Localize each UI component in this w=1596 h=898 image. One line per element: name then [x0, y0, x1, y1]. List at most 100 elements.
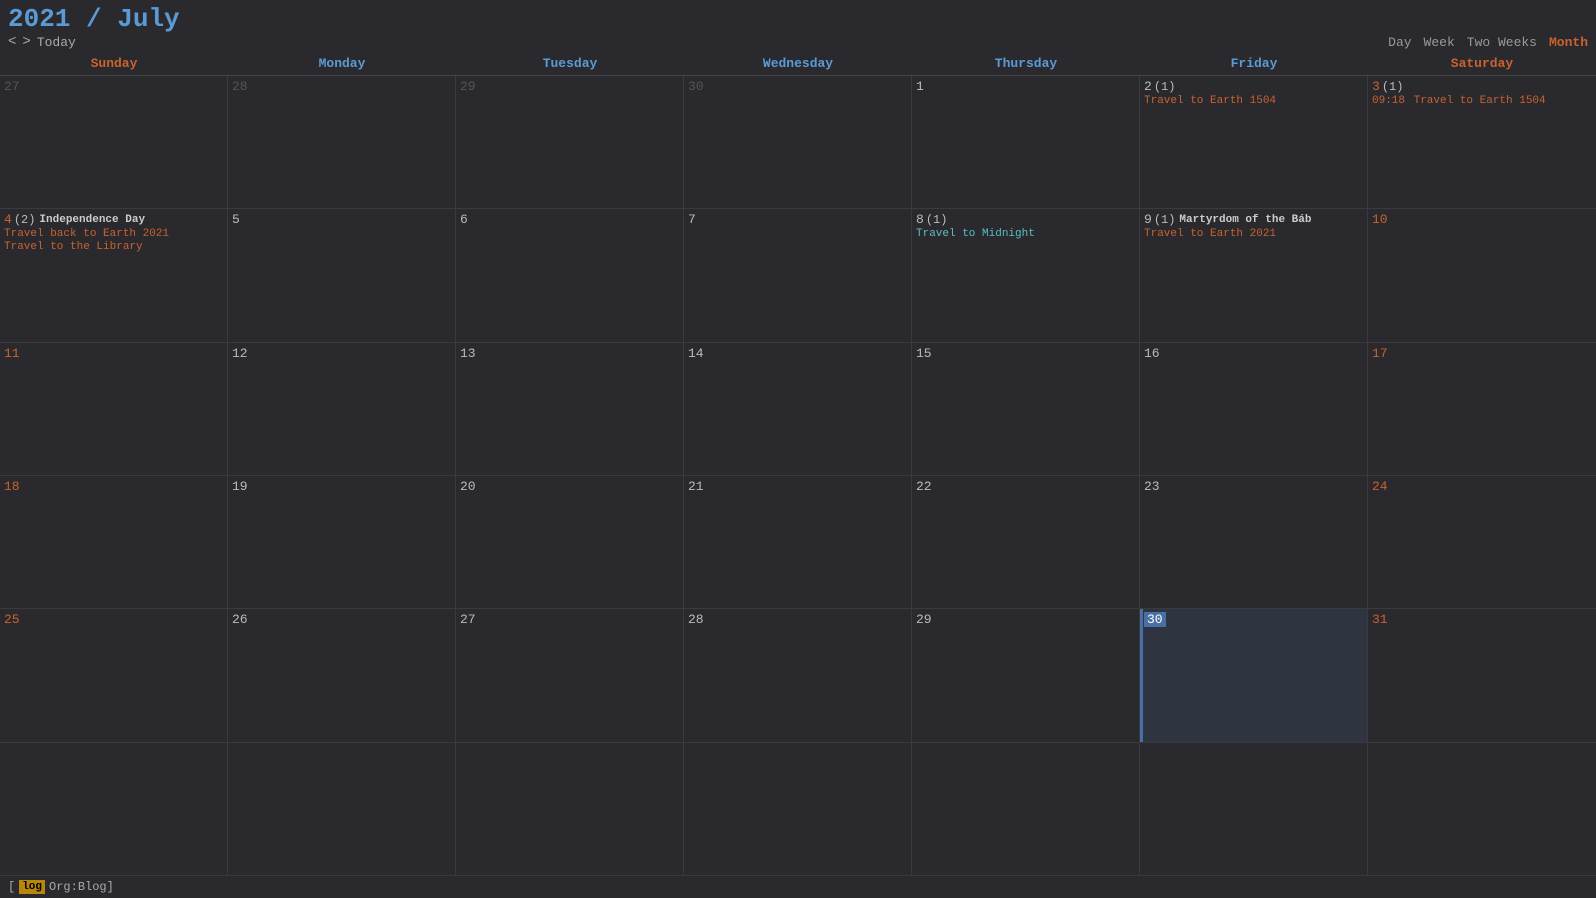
day-cell[interactable]: 10	[1368, 209, 1596, 341]
event-line[interactable]: Travel back to Earth 2021	[4, 228, 223, 240]
day-number: 25	[4, 612, 20, 627]
footer-tag: log	[19, 880, 45, 894]
day-cell[interactable]: 9 (1)Martyrdom of the BábTravel to Earth…	[1140, 209, 1368, 341]
day-cell[interactable]: 24	[1368, 476, 1596, 608]
day-cell[interactable]: 7	[684, 209, 912, 341]
view-buttons: Day Week Two Weeks Month	[1388, 35, 1588, 50]
day-header-monday: Monday	[228, 52, 456, 75]
footer-bracket-open: [	[8, 880, 15, 894]
event-line[interactable]: Travel to Earth 2021	[1144, 228, 1363, 240]
day-cell[interactable]: 12	[228, 343, 456, 475]
day-cell[interactable]	[0, 743, 228, 875]
day-number: 11	[4, 346, 20, 361]
next-button[interactable]: >	[22, 34, 30, 50]
day-number-row: 4 (2)Independence Day	[4, 212, 223, 227]
event-line[interactable]: 09:18 Travel to Earth 1504	[1372, 95, 1592, 107]
day-number: 9	[1144, 212, 1152, 227]
day-cell[interactable]: 28	[228, 76, 456, 208]
day-cell[interactable]: 11	[0, 343, 228, 475]
day-number-row: 10	[1372, 212, 1592, 227]
day-cell[interactable]: 23	[1140, 476, 1368, 608]
day-cell[interactable]	[684, 743, 912, 875]
day-number: 27	[460, 612, 476, 627]
day-number-row: 31	[1372, 612, 1592, 627]
event-line[interactable]: Travel to Earth 1504	[1144, 95, 1363, 107]
day-cell[interactable]: 14	[684, 343, 912, 475]
day-number: 13	[460, 346, 476, 361]
day-cell[interactable]	[1368, 743, 1596, 875]
day-number-row: 2 (1)	[1144, 79, 1363, 94]
day-number: 7	[688, 212, 696, 227]
nav-row: < > Today Day Week Two Weeks Month	[8, 34, 1588, 50]
day-cell[interactable]: 6	[456, 209, 684, 341]
event-time: 09:18	[1372, 95, 1412, 107]
day-cell[interactable]: 30	[1140, 609, 1368, 741]
event-count: (1)	[926, 213, 948, 227]
page-title: 2021 / July	[8, 4, 1588, 34]
day-number: 26	[232, 612, 248, 627]
view-week[interactable]: Week	[1424, 35, 1455, 50]
holiday-label: Independence Day	[39, 214, 145, 226]
day-number: 20	[460, 479, 476, 494]
day-number-row: 14	[688, 346, 907, 361]
day-cell[interactable]: 1	[912, 76, 1140, 208]
event-count: (1)	[1382, 80, 1404, 94]
day-number-row: 18	[4, 479, 223, 494]
day-cell[interactable]: 8 (1)Travel to Midnight	[912, 209, 1140, 341]
today-button[interactable]: Today	[37, 35, 76, 50]
day-cell[interactable]: 3 (1)09:18 Travel to Earth 1504	[1368, 76, 1596, 208]
event-line[interactable]: Travel to Midnight	[916, 228, 1135, 240]
event-count: (1)	[1154, 80, 1176, 94]
day-number-row: 23	[1144, 479, 1363, 494]
day-cell[interactable]	[1140, 743, 1368, 875]
day-cell[interactable]	[456, 743, 684, 875]
day-cell[interactable]: 31	[1368, 609, 1596, 741]
day-number: 28	[688, 612, 704, 627]
day-number: 1	[916, 79, 924, 94]
day-number: 30	[688, 79, 704, 94]
view-two-weeks[interactable]: Two Weeks	[1467, 35, 1537, 50]
prev-button[interactable]: <	[8, 34, 16, 50]
day-cell[interactable]: 22	[912, 476, 1140, 608]
week-row-3: 18 19 20 21 22 23 24	[0, 476, 1596, 609]
day-number-row: 22	[916, 479, 1135, 494]
view-month[interactable]: Month	[1549, 35, 1588, 50]
day-number: 14	[688, 346, 704, 361]
day-cell[interactable]: 27	[456, 609, 684, 741]
day-number: 28	[232, 79, 248, 94]
day-cell[interactable]: 29	[456, 76, 684, 208]
day-number-row: 6	[460, 212, 679, 227]
day-cell[interactable]: 25	[0, 609, 228, 741]
day-cell[interactable]: 4 (2)Independence DayTravel back to Eart…	[0, 209, 228, 341]
day-cell[interactable]: 21	[684, 476, 912, 608]
day-number: 6	[460, 212, 468, 227]
day-cell[interactable]	[912, 743, 1140, 875]
day-headers: SundayMondayTuesdayWednesdayThursdayFrid…	[0, 52, 1596, 76]
day-cell[interactable]: 13	[456, 343, 684, 475]
day-cell[interactable]: 29	[912, 609, 1140, 741]
day-cell[interactable]: 15	[912, 343, 1140, 475]
day-cell[interactable]: 20	[456, 476, 684, 608]
day-cell[interactable]: 27	[0, 76, 228, 208]
day-number: 4	[4, 212, 12, 227]
view-day[interactable]: Day	[1388, 35, 1411, 50]
day-cell[interactable]	[228, 743, 456, 875]
day-cell[interactable]: 19	[228, 476, 456, 608]
day-cell[interactable]: 30	[684, 76, 912, 208]
event-line[interactable]: Travel to the Library	[4, 241, 223, 253]
day-cell[interactable]: 17	[1368, 343, 1596, 475]
day-number: 12	[232, 346, 248, 361]
day-cell[interactable]: 5	[228, 209, 456, 341]
day-number-row: 24	[1372, 479, 1592, 494]
day-cell[interactable]: 28	[684, 609, 912, 741]
day-cell[interactable]: 2 (1)Travel to Earth 1504	[1140, 76, 1368, 208]
day-cell[interactable]: 18	[0, 476, 228, 608]
day-cell[interactable]: 16	[1140, 343, 1368, 475]
day-cell[interactable]: 26	[228, 609, 456, 741]
week-row-0: 2728293012 (1)Travel to Earth 15043 (1)0…	[0, 76, 1596, 209]
day-number: 2	[1144, 79, 1152, 94]
day-number-row: 7	[688, 212, 907, 227]
day-number: 17	[1372, 346, 1388, 361]
today-indicator	[1140, 609, 1143, 741]
week-row-2: 11 12 13 14 1516 17	[0, 343, 1596, 476]
